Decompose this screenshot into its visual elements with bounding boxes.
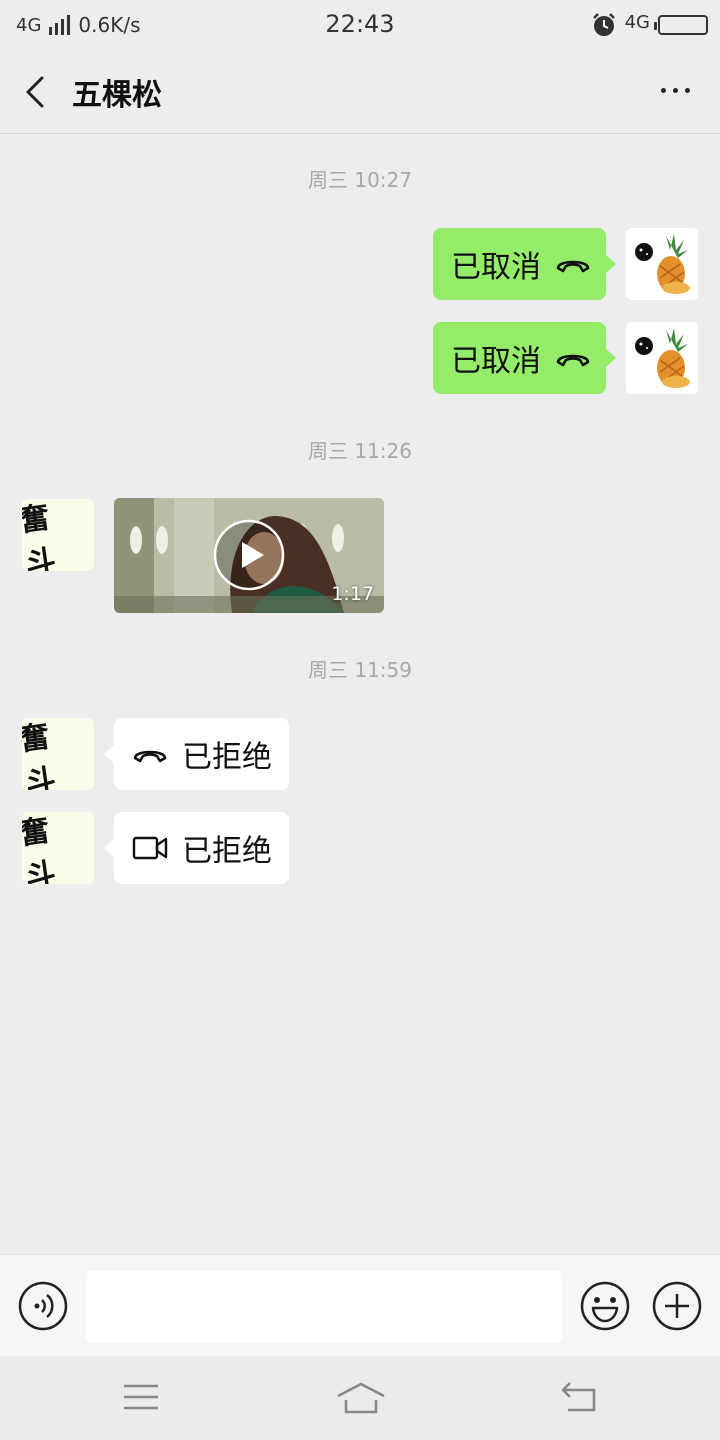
self-avatar[interactable] [626,228,698,300]
more-options-button[interactable] [661,88,690,93]
menu-icon [124,1384,158,1410]
self-avatar[interactable] [626,322,698,394]
phone-hangup-icon [555,254,591,274]
emoji-icon [580,1281,630,1331]
alarm-icon [591,12,617,38]
video-duration: 1:17 [331,583,374,605]
message-timestamp: 周三 11:26 [308,439,412,463]
home-icon [337,1382,385,1414]
cancelled-call-message[interactable]: 已取消 [433,322,616,394]
dot-icon [685,88,690,93]
call-status-label: 已取消 [451,344,541,379]
status-bar: 4G 0.6K/s 22:43 4G [0,0,720,50]
contact-avatar-text: 奮斗 [22,718,66,790]
pineapple-avatar-image [626,228,698,300]
emoji-button[interactable] [580,1281,630,1331]
battery-icon [654,15,708,35]
phone-hangup-icon [132,744,168,764]
call-status-label: 已拒绝 [182,740,272,775]
voice-icon [18,1281,68,1331]
system-nav-bar [0,1356,720,1440]
call-status-label: 已拒绝 [182,834,272,869]
more-functions-button[interactable] [652,1281,702,1331]
chevron-left-icon [26,76,44,108]
contact-avatar[interactable]: 奮斗 [22,812,94,884]
contact-avatar[interactable]: 奮斗 [22,718,94,790]
rejected-voice-call-message[interactable]: 已拒绝 [104,718,289,790]
pineapple-avatar-image [626,322,698,394]
status-right: 4G [591,10,708,40]
voice-input-button[interactable] [18,1281,68,1331]
message-input[interactable] [86,1271,562,1343]
chat-title: 五棵松 [72,78,162,113]
recent-apps-button[interactable] [122,1382,162,1414]
video-message[interactable]: 1:17 [114,498,384,613]
network-type-2: 4G [624,11,650,33]
rejected-video-call-message[interactable]: 已拒绝 [104,812,289,884]
phone-hangup-icon [555,348,591,368]
call-status-label: 已取消 [451,250,541,285]
cancelled-call-message[interactable]: 已取消 [433,228,616,300]
message-input-bar [0,1254,720,1356]
chat-header: 五棵松 [0,50,720,134]
dot-icon [673,88,678,93]
message-timestamp: 周三 11:59 [308,658,412,682]
back-button[interactable] [16,70,56,114]
video-camera-icon [132,835,168,861]
play-icon[interactable] [212,518,286,592]
contact-avatar[interactable]: 奮斗 [22,499,94,571]
return-icon [561,1382,596,1412]
contact-avatar-text: 奮斗 [22,812,66,884]
plus-icon [652,1281,702,1331]
contact-avatar-text: 奮斗 [22,499,66,571]
home-button[interactable] [334,1378,388,1418]
dot-icon [661,88,666,93]
message-timestamp: 周三 10:27 [308,168,412,192]
system-back-button[interactable] [558,1378,602,1418]
